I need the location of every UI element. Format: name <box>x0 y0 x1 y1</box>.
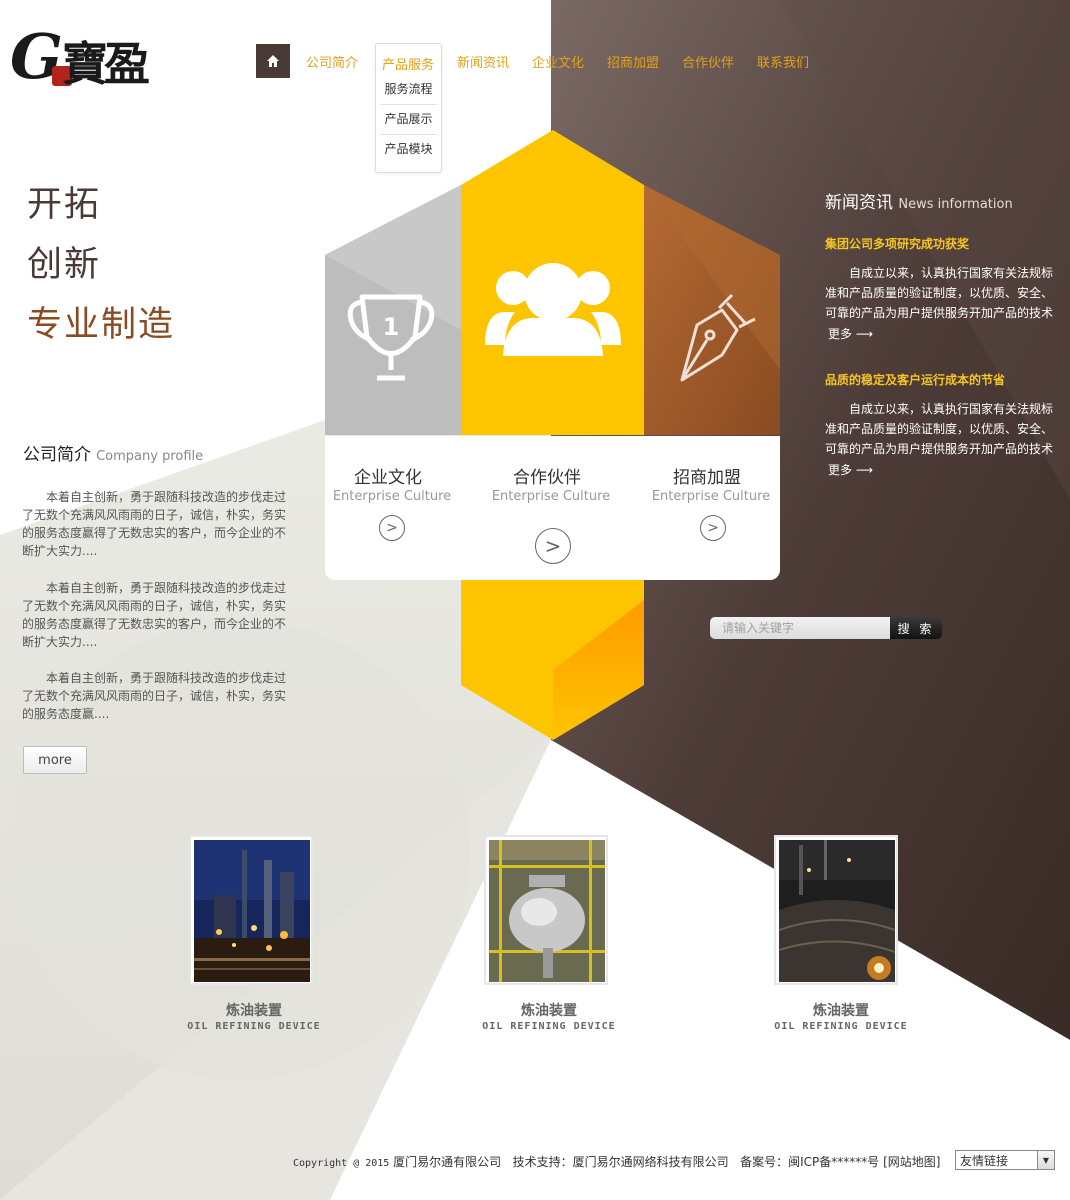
refinery-tank-image <box>779 840 895 982</box>
nav-contact[interactable]: 联系我们 <box>757 52 809 71</box>
company-profile-title: 公司简介 <box>23 445 91 465</box>
caption-partner-en: Enterprise Culture <box>491 489 611 504</box>
footer-icp: 备案号：闽ICP备******号 <box>740 1155 880 1169</box>
dropdown-item-product-display[interactable]: 产品展示 <box>376 104 441 134</box>
friend-links-value: 友情链接 <box>960 1154 1009 1168</box>
nav-company-profile[interactable]: 公司简介 <box>306 52 358 71</box>
caption-partner: 合作伙伴 <box>513 468 581 488</box>
footer-company: 厦门易尔通有限公司 <box>393 1155 502 1169</box>
slogan-line-1: 开拓 <box>27 185 102 225</box>
feature-hexagon: 1 <box>325 130 780 740</box>
dropdown-item-service-process[interactable]: 服务流程 <box>376 74 441 104</box>
news-headline[interactable]: 品质的稳定及客户运行成本的节省 <box>825 371 1005 388</box>
product-subtitle: OIL REFINING DEVICE <box>187 1021 321 1032</box>
friend-links-select[interactable]: 友情链接 ▼ <box>955 1150 1055 1170</box>
company-more-button[interactable]: more <box>23 746 87 774</box>
nav-home-button[interactable] <box>256 44 290 78</box>
nav-dropdown-products: 产品服务 服务流程 产品展示 产品模块 <box>375 43 442 173</box>
product-image-3[interactable] <box>774 835 898 985</box>
company-profile-heading: 公司简介 Company profile <box>23 440 203 465</box>
footer-sitemap-link[interactable]: [网站地图] <box>883 1155 940 1169</box>
news-title-en: News information <box>898 197 1013 212</box>
chevron-right-icon: > <box>544 534 562 558</box>
news-headline[interactable]: 集团公司多项研究成功获奖 <box>825 235 969 252</box>
footer-tech-support: 技术支持：厦门易尔通网络科技有限公司 <box>512 1155 729 1169</box>
nav-news[interactable]: 新闻资讯 <box>457 52 509 71</box>
search-input[interactable] <box>710 617 890 639</box>
caption-culture-en: Enterprise Culture <box>332 489 452 504</box>
news-more-label: 更多 <box>828 463 853 477</box>
franchise-arrow-button[interactable]: > <box>700 515 726 541</box>
nav-franchise[interactable]: 招商加盟 <box>607 52 659 71</box>
caption-franchise: 招商加盟 <box>673 468 741 488</box>
news-summary: 自成立以来，认真执行国家有关法规标准和产品质量的验证制度，以优质、安全、可靠的产… <box>825 266 1054 320</box>
product-subtitle: OIL REFINING DEVICE <box>774 1021 908 1032</box>
slogan-line-2: 创新 <box>27 245 102 285</box>
footer: Copyright @ 2015 厦门易尔通有限公司 技术支持：厦门易尔通网络科… <box>293 1153 940 1170</box>
dropdown-item-product-module[interactable]: 产品模块 <box>376 134 441 164</box>
company-profile-title-en: Company profile <box>96 449 204 464</box>
news-more-link[interactable]: 更多 ⟶ <box>828 461 873 478</box>
dropdown-arrow-icon: ▼ <box>1037 1151 1054 1169</box>
product-image-2[interactable] <box>484 835 608 985</box>
news-title: 新闻资讯 <box>825 193 893 213</box>
company-paragraph: 本着自主创新，勇于跟随科技改造的步伐走过了无数个充满风风雨雨的日子，诚信，朴实，… <box>22 581 287 649</box>
home-icon <box>267 55 279 67</box>
slogan-line-3: 专业制造 <box>27 305 176 345</box>
search-button[interactable]: 搜 索 <box>890 617 942 639</box>
company-paragraph: 本着自主创新，勇于跟随科技改造的步伐走过了无数个充满风风雨雨的日子，诚信，朴实，… <box>22 671 287 721</box>
news-summary: 自成立以来，认真执行国家有关法规标准和产品质量的验证制度，以优质、安全、可靠的产… <box>825 402 1054 456</box>
logo-text: 寶盈 <box>62 37 150 91</box>
news-heading: 新闻资讯 News information <box>825 188 1013 213</box>
arrow-right-icon: ⟶ <box>855 463 874 477</box>
caption-culture: 企业文化 <box>354 468 422 488</box>
footer-copyright: Copyright @ 2015 <box>293 1158 390 1169</box>
nav-culture[interactable]: 企业文化 <box>532 52 584 71</box>
nav-products-services[interactable]: 产品服务 <box>382 54 434 73</box>
chevron-right-icon: > <box>386 520 398 536</box>
news-more-label: 更多 <box>828 327 853 341</box>
refinery-vessel-image <box>489 840 605 982</box>
refinery-night-image <box>194 840 310 982</box>
news-more-link[interactable]: 更多 ⟶ <box>828 325 873 342</box>
partner-arrow-button[interactable]: > <box>535 528 571 564</box>
logo[interactable]: G 寶盈 <box>10 20 180 105</box>
trophy-number: 1 <box>383 313 400 341</box>
product-title: 炼油装置 <box>226 1003 282 1019</box>
product-image-1[interactable] <box>189 835 313 985</box>
nav-partners[interactable]: 合作伙伴 <box>682 52 734 71</box>
chevron-right-icon: > <box>707 520 719 536</box>
company-paragraph: 本着自主创新，勇于跟随科技改造的步伐走过了无数个充满风风雨雨的日子，诚信，朴实，… <box>22 490 287 558</box>
arrow-right-icon: ⟶ <box>855 327 874 341</box>
product-title: 炼油装置 <box>521 1003 577 1019</box>
product-subtitle: OIL REFINING DEVICE <box>482 1021 616 1032</box>
product-title: 炼油装置 <box>813 1003 869 1019</box>
caption-franchise-en: Enterprise Culture <box>651 489 771 504</box>
culture-arrow-button[interactable]: > <box>379 515 405 541</box>
